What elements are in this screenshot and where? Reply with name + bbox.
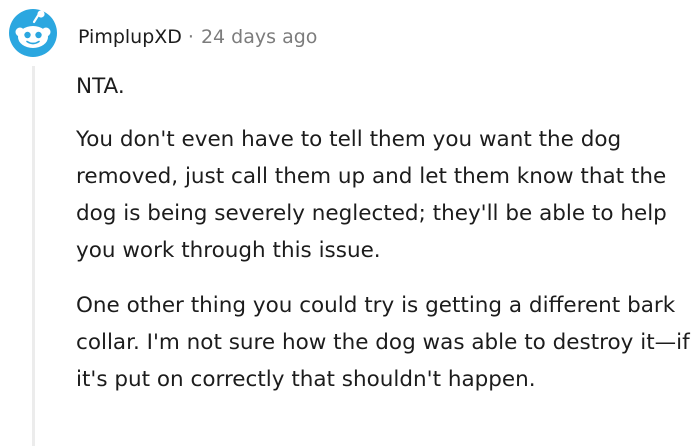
username-link[interactable]: PimplupXD — [78, 26, 182, 48]
comment-header: PimplupXD · 24 days ago — [78, 22, 317, 52]
thread-collapse-line[interactable] — [32, 66, 35, 446]
comment-paragraph: NTA. — [76, 74, 125, 99]
comment-paragraph: You don't even have to tell them you wan… — [76, 127, 667, 263]
user-avatar[interactable] — [8, 8, 58, 58]
meta-separator: · — [187, 26, 194, 48]
comment-body: NTA. You don't even have to tell them yo… — [76, 68, 696, 416]
comment: PimplupXD · 24 days ago NTA. You don't e… — [0, 0, 700, 446]
reddit-snoo-avatar-icon — [9, 9, 57, 57]
comment-paragraph: One other thing you could try is getting… — [76, 293, 690, 392]
comment-timestamp[interactable]: 24 days ago — [201, 26, 317, 48]
